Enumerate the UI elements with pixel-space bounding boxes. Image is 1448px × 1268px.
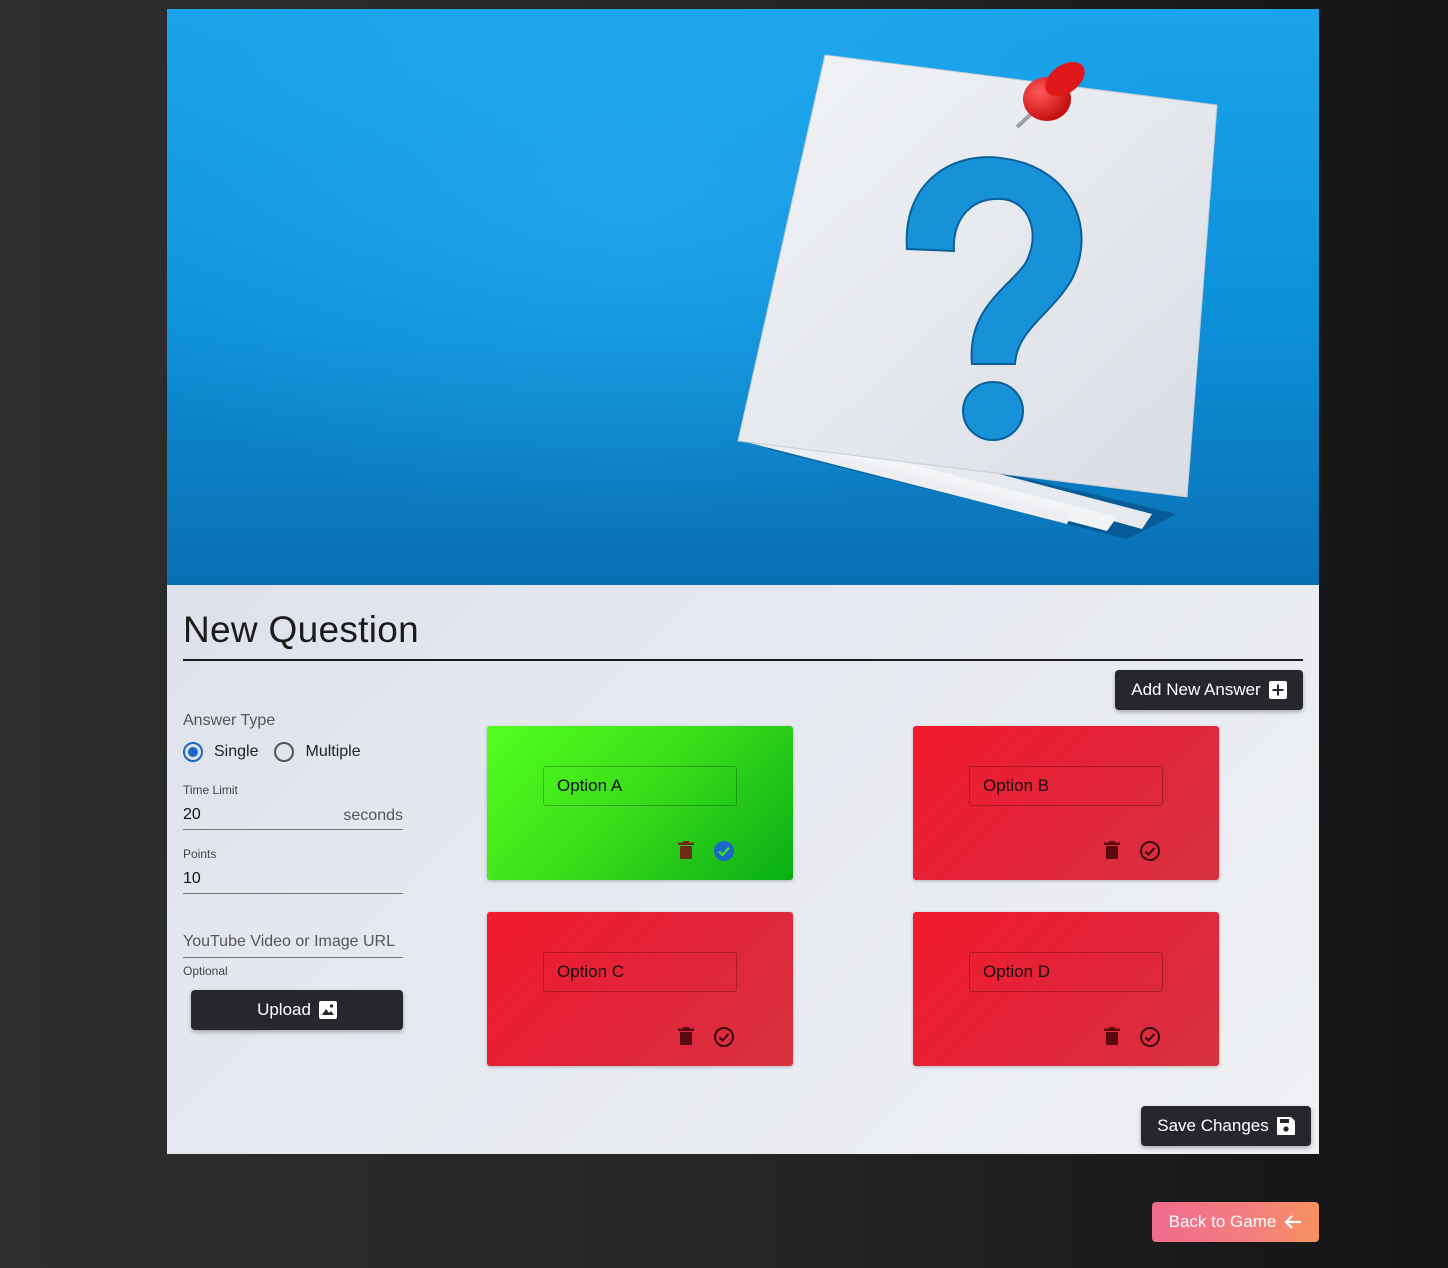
answer-input-c[interactable] — [543, 952, 737, 992]
answer-input-d[interactable] — [969, 952, 1163, 992]
check-circle-outline-icon[interactable] — [1139, 840, 1161, 862]
check-circle-outline-icon[interactable] — [713, 1026, 735, 1048]
media-url-placeholder: YouTube Video or Image URL — [183, 933, 395, 950]
image-icon — [318, 1001, 337, 1019]
arrow-left-icon — [1284, 1215, 1302, 1229]
multiple-radio-label: Multiple — [305, 743, 361, 760]
answer-input-b[interactable] — [969, 766, 1163, 806]
answer-input-a[interactable] — [543, 766, 737, 806]
trash-icon[interactable] — [1104, 841, 1120, 859]
trash-icon[interactable] — [678, 1027, 694, 1045]
time-limit-unit: seconds — [343, 807, 403, 824]
back-to-game-label: Back to Game — [1168, 1212, 1277, 1231]
time-limit-value: 20 — [183, 806, 201, 823]
upload-button[interactable]: Upload — [191, 990, 403, 1030]
points-value: 10 — [183, 870, 201, 887]
single-radio[interactable] — [183, 742, 203, 762]
media-url-input[interactable]: YouTube Video or Image URL — [183, 931, 403, 958]
page-title: New Question — [183, 609, 419, 650]
save-changes-button[interactable]: Save Changes — [1141, 1106, 1311, 1146]
points-field[interactable]: 10 — [183, 868, 403, 894]
media-helper-text: Optional — [183, 964, 228, 978]
multiple-radio[interactable] — [274, 742, 295, 762]
single-radio-label: Single — [214, 743, 259, 760]
time-limit-field[interactable]: 20 seconds — [183, 804, 403, 830]
answer-type-radio-group: Single Multiple — [183, 742, 361, 762]
question-editor-card: New Question Add New Answer Answer Type … — [167, 9, 1319, 1154]
time-limit-label: Time Limit — [183, 783, 238, 797]
add-new-answer-button[interactable]: Add New Answer — [1115, 670, 1303, 710]
check-circle-filled-icon[interactable] — [713, 840, 735, 862]
upload-label: Upload — [257, 1000, 311, 1019]
answer-card-a — [487, 726, 793, 880]
answer-card-b — [913, 726, 1219, 880]
save-changes-label: Save Changes — [1157, 1116, 1269, 1135]
plus-box-icon — [1268, 681, 1287, 699]
title-divider — [183, 659, 1303, 661]
question-hero-image — [167, 9, 1319, 585]
back-to-game-button[interactable]: Back to Game — [1152, 1202, 1319, 1242]
trash-icon[interactable] — [678, 841, 694, 859]
answer-type-label: Answer Type — [183, 712, 276, 729]
check-circle-outline-icon[interactable] — [1139, 1026, 1161, 1048]
answer-card-c — [487, 912, 793, 1066]
floppy-disk-icon — [1276, 1117, 1295, 1135]
answer-card-d — [913, 912, 1219, 1066]
trash-icon[interactable] — [1104, 1027, 1120, 1045]
points-label: Points — [183, 847, 217, 861]
add-new-answer-label: Add New Answer — [1131, 680, 1261, 699]
question-mark-note-pinned-icon — [737, 54, 1218, 539]
